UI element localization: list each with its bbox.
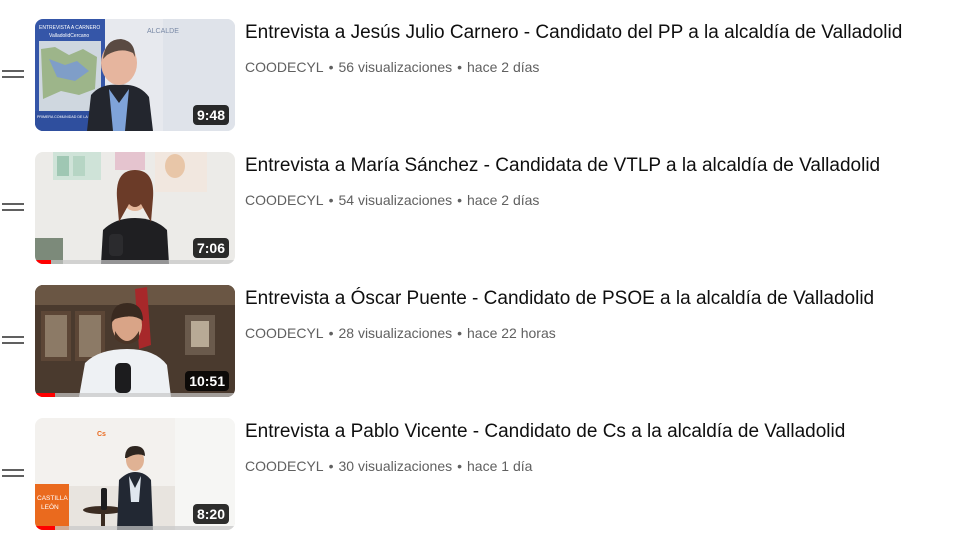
drag-handle-icon[interactable] — [0, 65, 24, 83]
drag-handle-icon[interactable] — [0, 198, 24, 216]
thumbnail-wall-text: LEÓN — [41, 502, 59, 511]
view-count: 30 visualizaciones — [338, 458, 453, 474]
video-duration: 10:51 — [185, 371, 229, 391]
thumbnail-wall-text: ALCALDE — [147, 28, 179, 35]
meta-separator: • — [457, 325, 463, 341]
channel-name[interactable]: COODECYL — [245, 192, 324, 208]
channel-name[interactable]: COODECYL — [245, 59, 324, 75]
channel-name[interactable]: COODECYL — [245, 458, 324, 474]
video-duration: 7:06 — [192, 238, 229, 258]
meta-separator: • — [457, 458, 463, 474]
video-title[interactable]: Entrevista a Pablo Vicente - Candidato d… — [245, 420, 845, 444]
playlist-video-row[interactable]: 10:51 Entrevista a Óscar Puente - Candid… — [0, 285, 961, 397]
video-metadata: COODECYL • 56 visualizaciones • hace 2 días — [245, 58, 539, 76]
thumbnail-wall-text: CASTILLA — [37, 495, 68, 502]
upload-age: hace 22 horas — [467, 325, 556, 341]
meta-separator: • — [457, 192, 463, 208]
playlist-video-list: ENTREVISTA A CARNERO ValladolidCercano P… — [0, 0, 961, 559]
video-metadata: COODECYL • 30 visualizaciones • hace 1 día — [245, 457, 532, 475]
drag-handle-icon[interactable] — [0, 331, 24, 349]
view-count: 54 visualizaciones — [338, 192, 453, 208]
watch-progress-fill — [35, 393, 55, 397]
upload-age: hace 2 días — [467, 59, 540, 75]
video-thumbnail[interactable]: 10:51 — [35, 285, 235, 397]
thumbnail-board-map-title: ValladolidCercano — [49, 33, 89, 39]
drag-handle-icon[interactable] — [0, 464, 24, 482]
view-count: 56 visualizaciones — [338, 59, 453, 75]
meta-separator: • — [457, 59, 463, 75]
upload-age: hace 1 día — [467, 458, 533, 474]
video-title[interactable]: Entrevista a Óscar Puente - Candidato de… — [245, 287, 874, 311]
video-thumbnail[interactable]: ENTREVISTA A CARNERO ValladolidCercano P… — [35, 19, 235, 131]
video-duration: 8:20 — [192, 504, 229, 524]
meta-separator: • — [328, 59, 334, 75]
meta-separator: • — [328, 325, 334, 341]
watch-progress-fill — [35, 260, 51, 264]
playlist-video-row[interactable]: Cs CASTILLA LEÓN 8:20 Entrevista a Pablo… — [0, 418, 961, 530]
watch-progress-bar — [35, 393, 235, 397]
channel-name[interactable]: COODECYL — [245, 325, 324, 341]
thumbnail-cs-logo: Cs — [97, 431, 106, 438]
video-thumbnail[interactable]: 7:06 — [35, 152, 235, 264]
upload-age: hace 2 días — [467, 192, 540, 208]
video-duration: 9:48 — [192, 105, 229, 125]
watch-progress-bar — [35, 526, 235, 530]
video-title[interactable]: Entrevista a Jesús Julio Carnero - Candi… — [245, 21, 902, 45]
meta-separator: • — [328, 458, 334, 474]
video-metadata: COODECYL • 54 visualizaciones • hace 2 días — [245, 191, 539, 209]
video-title[interactable]: Entrevista a María Sánchez - Candidata d… — [245, 154, 880, 178]
playlist-video-row[interactable]: ENTREVISTA A CARNERO ValladolidCercano P… — [0, 19, 961, 131]
meta-separator: • — [328, 192, 334, 208]
video-metadata: COODECYL • 28 visualizaciones • hace 22 hora… — [245, 324, 556, 342]
watch-progress-bar — [35, 260, 235, 264]
video-thumbnail[interactable]: Cs CASTILLA LEÓN 8:20 — [35, 418, 235, 530]
playlist-video-row[interactable]: 7:06 Entrevista a María Sánchez - Candid… — [0, 152, 961, 264]
thumbnail-board-text: ENTREVISTA A CARNERO — [39, 25, 100, 31]
view-count: 28 visualizaciones — [338, 325, 453, 341]
watch-progress-fill — [35, 526, 55, 530]
